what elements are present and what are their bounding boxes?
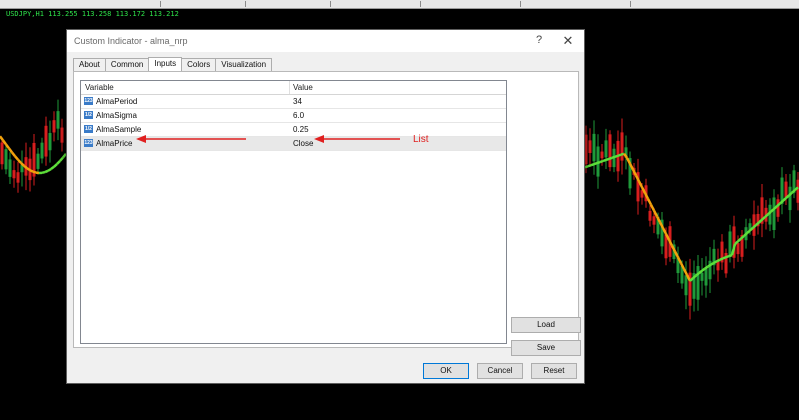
annotation-label: List — [413, 134, 429, 145]
arrow-head — [136, 135, 146, 143]
arrow-head — [314, 135, 324, 143]
annotation-arrows — [136, 135, 400, 143]
